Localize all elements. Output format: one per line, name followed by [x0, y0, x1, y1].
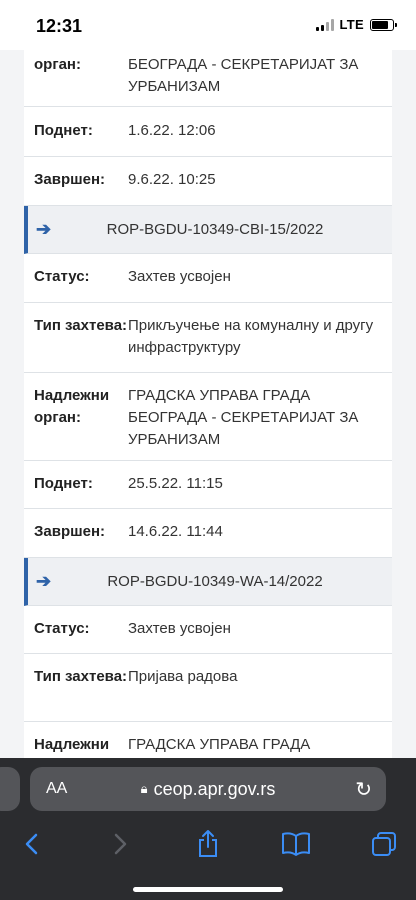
status-value: Захтев усвојен	[128, 268, 231, 285]
url-display[interactable]: 🔒︎ ceop.apr.gov.rs	[30, 779, 386, 800]
request-type-value: Пријава радова	[128, 668, 238, 685]
status-row: Статус: Захтев усвојен	[24, 254, 392, 303]
request-type-label: Тип захтева:	[34, 668, 128, 685]
authority-label: Надлежни орган:	[34, 387, 110, 426]
submitted-row: Поднет: 25.5.22. 11:15	[24, 461, 392, 509]
finished-value: 14.6.22. 11:44	[128, 523, 223, 540]
case-list: орган: БЕОГРАДА - СЕКРЕТАРИЈАТ ЗА УРБАНИ…	[24, 50, 392, 782]
authority-row: орган: БЕОГРАДА - СЕКРЕТАРИЈАТ ЗА УРБАНИ…	[24, 50, 392, 107]
finished-row: Завршен: 9.6.22. 10:25	[24, 157, 392, 206]
forward-icon[interactable]	[100, 824, 140, 864]
signal-icon	[315, 18, 334, 31]
request-type-label: Тип захтева:	[34, 317, 128, 334]
right-arrow-icon[interactable]: ➔	[28, 571, 58, 592]
submitted-label: Поднет:	[34, 122, 93, 139]
authority-row: Надлежни орган: ГРАДСКА УПРАВА ГРАДА БЕО…	[24, 373, 392, 461]
authority-value: ГРАДСКА УПРАВА ГРАДА БЕОГРАДА - СЕКРЕТАР…	[128, 387, 359, 448]
case-header[interactable]: ➔ ROP-BGDU-10349-CBI-15/2022	[24, 206, 392, 254]
status-row: Статус: Захтев усвојен	[24, 606, 392, 654]
finished-row: Завршен: 14.6.22. 11:44	[24, 509, 392, 558]
screen: 12:31 LTE орган: БЕОГРАДА - СЕКРЕТАРИЈАТ…	[0, 0, 416, 900]
submitted-value: 1.6.22. 12:06	[128, 122, 216, 139]
case-code: ROP-BGDU-10349-CBI-15/2022	[106, 221, 324, 238]
submitted-row: Поднет: 1.6.22. 12:06	[24, 107, 392, 157]
submitted-label: Поднет:	[34, 475, 93, 492]
case-code: ROP-BGDU-10349-WA-14/2022	[107, 573, 323, 590]
status-time: 12:31	[36, 16, 83, 36]
submitted-value: 25.5.22. 11:15	[128, 475, 223, 492]
status-label: Статус:	[34, 620, 90, 637]
status-indicators: LTE	[315, 17, 397, 32]
home-indicator	[133, 887, 283, 892]
battery-icon	[370, 18, 397, 31]
status-value: Захтев усвојен	[128, 620, 231, 637]
right-arrow-icon[interactable]: ➔	[28, 219, 58, 240]
request-type-value: Прикључење на комуналну и другу инфрастр…	[128, 317, 374, 356]
finished-label: Завршен:	[34, 523, 106, 540]
back-icon[interactable]	[12, 824, 52, 864]
status-label: Статус:	[34, 268, 90, 285]
request-type-row: Тип захтева: Пријава радова	[24, 654, 392, 722]
browser-toolbar	[0, 820, 416, 900]
tabs-icon[interactable]	[364, 824, 404, 864]
finished-label: Завршен:	[34, 171, 106, 188]
previous-tab-preview[interactable]	[0, 767, 20, 811]
authority-value: БЕОГРАДА - СЕКРЕТАРИЈАТ ЗА УРБАНИЗАМ	[128, 56, 359, 95]
address-bar[interactable]: AA 🔒︎ ceop.apr.gov.rs ↻	[30, 767, 386, 811]
authority-label: орган:	[34, 56, 81, 73]
finished-value: 9.6.22. 10:25	[128, 171, 216, 188]
bookmarks-icon[interactable]	[276, 824, 316, 864]
url-text: ceop.apr.gov.rs	[153, 779, 276, 799]
reload-icon[interactable]: ↻	[355, 777, 372, 802]
status-bar: 12:31 LTE	[0, 0, 416, 50]
share-icon[interactable]	[188, 824, 228, 864]
network-label: LTE	[339, 17, 364, 32]
case-header[interactable]: ➔ ROP-BGDU-10349-WA-14/2022	[24, 558, 392, 606]
lock-icon: 🔒︎	[140, 781, 148, 796]
address-bar-area: AA 🔒︎ ceop.apr.gov.rs ↻	[0, 758, 416, 820]
request-type-row: Тип захтева: Прикључење на комуналну и д…	[24, 303, 392, 373]
